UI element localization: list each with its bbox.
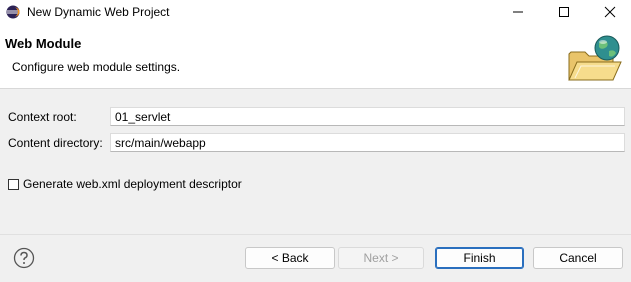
finish-button[interactable]: Finish	[435, 247, 524, 269]
maximize-icon	[559, 7, 569, 17]
content-directory-label: Content directory:	[8, 136, 103, 150]
window-title: New Dynamic Web Project	[27, 5, 170, 19]
context-root-label: Context root:	[8, 110, 77, 124]
close-icon	[604, 6, 616, 18]
generate-web-xml-option[interactable]: Generate web.xml deployment descriptor	[8, 177, 242, 191]
minimize-icon	[513, 11, 523, 13]
back-button[interactable]: < Back	[245, 247, 335, 269]
help-icon	[13, 247, 35, 269]
close-button[interactable]	[587, 0, 631, 24]
maximize-button[interactable]	[541, 0, 587, 24]
page-description: Configure web module settings.	[12, 60, 181, 74]
wizard-header: Web Module Configure web module settings…	[0, 24, 631, 89]
minimize-button[interactable]	[495, 0, 541, 24]
content-directory-input[interactable]	[110, 133, 625, 152]
context-root-input[interactable]	[110, 107, 625, 126]
web-module-wizard-icon	[565, 34, 625, 84]
button-bar-separator	[0, 234, 631, 235]
generate-web-xml-label: Generate web.xml deployment descriptor	[23, 177, 242, 191]
cancel-button[interactable]: Cancel	[533, 247, 623, 269]
next-button[interactable]: Next >	[338, 247, 424, 269]
eclipse-icon	[6, 5, 20, 19]
help-button[interactable]	[13, 247, 35, 269]
page-title: Web Module	[5, 36, 82, 51]
title-bar: New Dynamic Web Project	[0, 0, 631, 24]
generate-web-xml-checkbox[interactable]	[8, 178, 19, 190]
